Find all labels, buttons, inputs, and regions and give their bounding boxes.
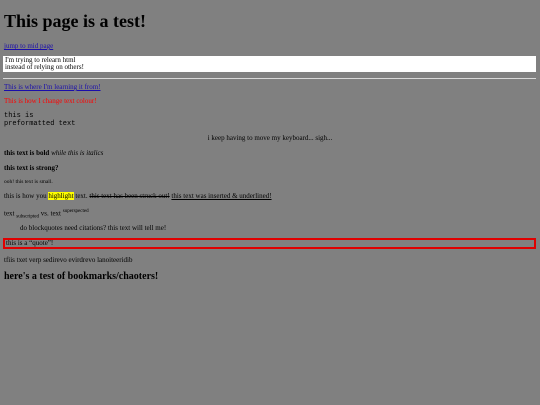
subscript-superscript-line: text subscripted vs. text superspected [4, 206, 89, 224]
quote-box: this is a “quote”! [3, 238, 536, 249]
italic-text: while this is italics [51, 149, 104, 157]
highlight-line: this is how you highlight text. this tex… [4, 192, 272, 200]
highlight-middle: text. [73, 192, 90, 200]
highlighted-text: highlight [48, 192, 74, 200]
blockquote: do blockquotes need citations? this text… [20, 224, 167, 232]
page-title: This page is a test! [4, 11, 147, 31]
strong-text: this text is strong? [4, 164, 59, 172]
white-box: I'm trying to relearn html instead of re… [3, 56, 536, 72]
centered-text: i keep having to move my keyboard... sig… [207, 134, 333, 142]
small-text: ooh! this text is small. [4, 179, 53, 185]
struck-text: this text has been struck out! [89, 192, 170, 200]
reversed-text: tfiis txet verp sedirevo evirdrevo lanoi… [4, 256, 133, 264]
bold-italic-line: this text is bold while this is italics [4, 149, 103, 157]
horizontal-rule [3, 78, 536, 79]
subsup-text1: text [4, 209, 17, 218]
subscript-text: subscripted [16, 214, 40, 220]
page-body: This page is a test! jump to mid page I'… [0, 0, 540, 405]
highlight-prefix: this is how you [4, 192, 49, 200]
bold-text: this text is bold [4, 149, 50, 157]
jump-to-mid-page-link[interactable]: jump to mid page [4, 42, 53, 50]
quote-text: this is a “quote”! [6, 239, 54, 247]
preformatted-line-2: preformatted text [4, 120, 76, 128]
preformatted-line-1: this is [4, 112, 34, 120]
white-box-line-1: I'm trying to relearn html [5, 56, 76, 64]
learning-source-link[interactable]: This is where I'm learning it from! [4, 83, 101, 91]
superscript-text: superspected [62, 209, 89, 214]
bookmarks-heading: here's a test of bookmarks/chaoters! [4, 271, 159, 282]
red-text: This is how I change text colour! [4, 97, 97, 105]
white-box-line-2: instead of relying on others! [5, 63, 84, 71]
inserted-text: this text was inserted & underlined! [171, 192, 272, 200]
subsup-vs: vs. text [39, 209, 63, 218]
